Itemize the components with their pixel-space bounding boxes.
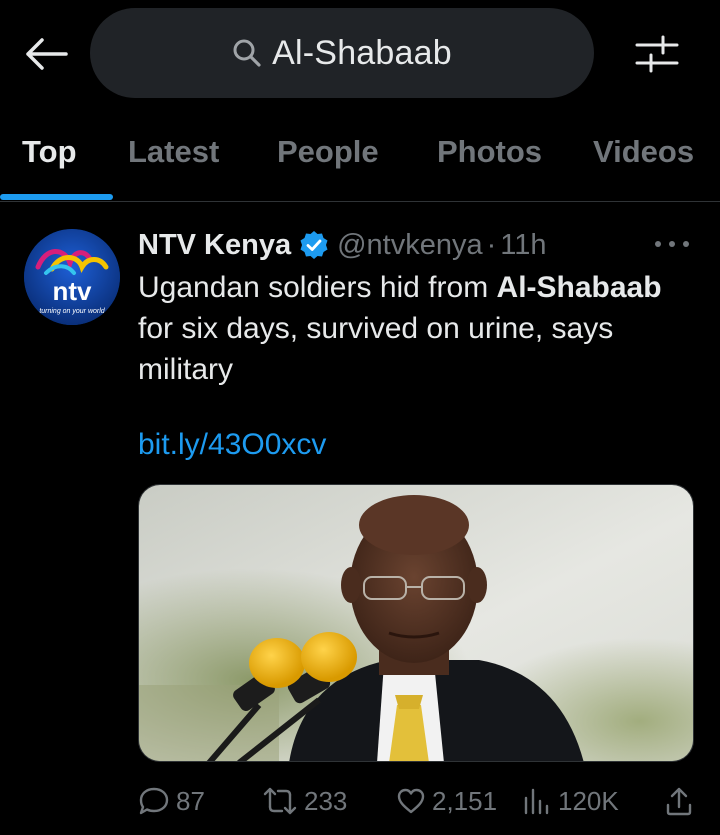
separator: · <box>486 228 497 261</box>
tab-latest[interactable]: Latest <box>128 134 219 170</box>
retweet-icon <box>263 787 297 815</box>
views-button[interactable]: 120K <box>522 781 619 821</box>
tab-people[interactable]: People <box>277 134 379 170</box>
tweet-text: Ugandan soldiers hid from Al-Shabaab for… <box>138 271 662 386</box>
tweet-actions: 87 233 2,151 120K <box>138 781 698 821</box>
like-button[interactable]: 2,151 <box>396 781 497 821</box>
tweet-image[interactable] <box>138 484 694 762</box>
timestamp[interactable]: 11h <box>500 229 546 262</box>
reply-icon <box>139 787 169 815</box>
filter-button[interactable] <box>628 30 686 78</box>
tweet[interactable]: ntv turning on your world NTV Kenya @ntv… <box>0 203 720 835</box>
verified-badge-icon <box>299 230 329 260</box>
svg-text:ntv: ntv <box>53 276 93 306</box>
more-options-button[interactable] <box>650 229 694 259</box>
retweet-button[interactable]: 233 <box>262 781 347 821</box>
more-dots-icon <box>655 241 689 247</box>
share-button[interactable] <box>664 781 694 821</box>
arrow-left-icon <box>26 38 68 70</box>
avatar[interactable]: ntv turning on your world <box>24 229 120 325</box>
tab-videos[interactable]: Videos <box>593 134 694 170</box>
sliders-icon <box>635 35 679 73</box>
views-chart-icon <box>524 788 549 815</box>
retweet-count: 233 <box>304 785 348 816</box>
reply-count: 87 <box>176 785 205 816</box>
tweet-header: NTV Kenya @ntvkenya · 11h <box>138 225 547 265</box>
heart-icon <box>397 788 425 814</box>
search-tabs: Top Latest People Photos Videos <box>0 112 720 202</box>
search-input[interactable]: Al-Shabaab <box>90 8 594 98</box>
ntv-logo: ntv turning on your world <box>24 229 120 325</box>
tab-photos[interactable]: Photos <box>437 134 542 170</box>
view-count: 120K <box>558 785 619 816</box>
share-icon <box>666 787 692 816</box>
reply-button[interactable]: 87 <box>138 781 205 821</box>
search-header: Al-Shabaab <box>0 0 720 112</box>
search-query: Al-Shabaab <box>272 33 452 72</box>
back-button[interactable] <box>18 30 74 78</box>
highlighted-keyword: Al-Shabaab <box>496 271 662 304</box>
like-count: 2,151 <box>432 785 498 816</box>
tweet-link[interactable]: bit.ly/43O0xcv <box>138 428 326 462</box>
svg-text:turning on your world: turning on your world <box>39 308 105 315</box>
display-name[interactable]: NTV Kenya <box>138 229 291 262</box>
handle[interactable]: @ntvkenya <box>337 229 483 262</box>
active-tab-indicator <box>0 194 113 200</box>
tab-top[interactable]: Top <box>22 134 77 170</box>
photo-man-at-microphones <box>139 485 693 761</box>
search-icon <box>232 38 262 68</box>
